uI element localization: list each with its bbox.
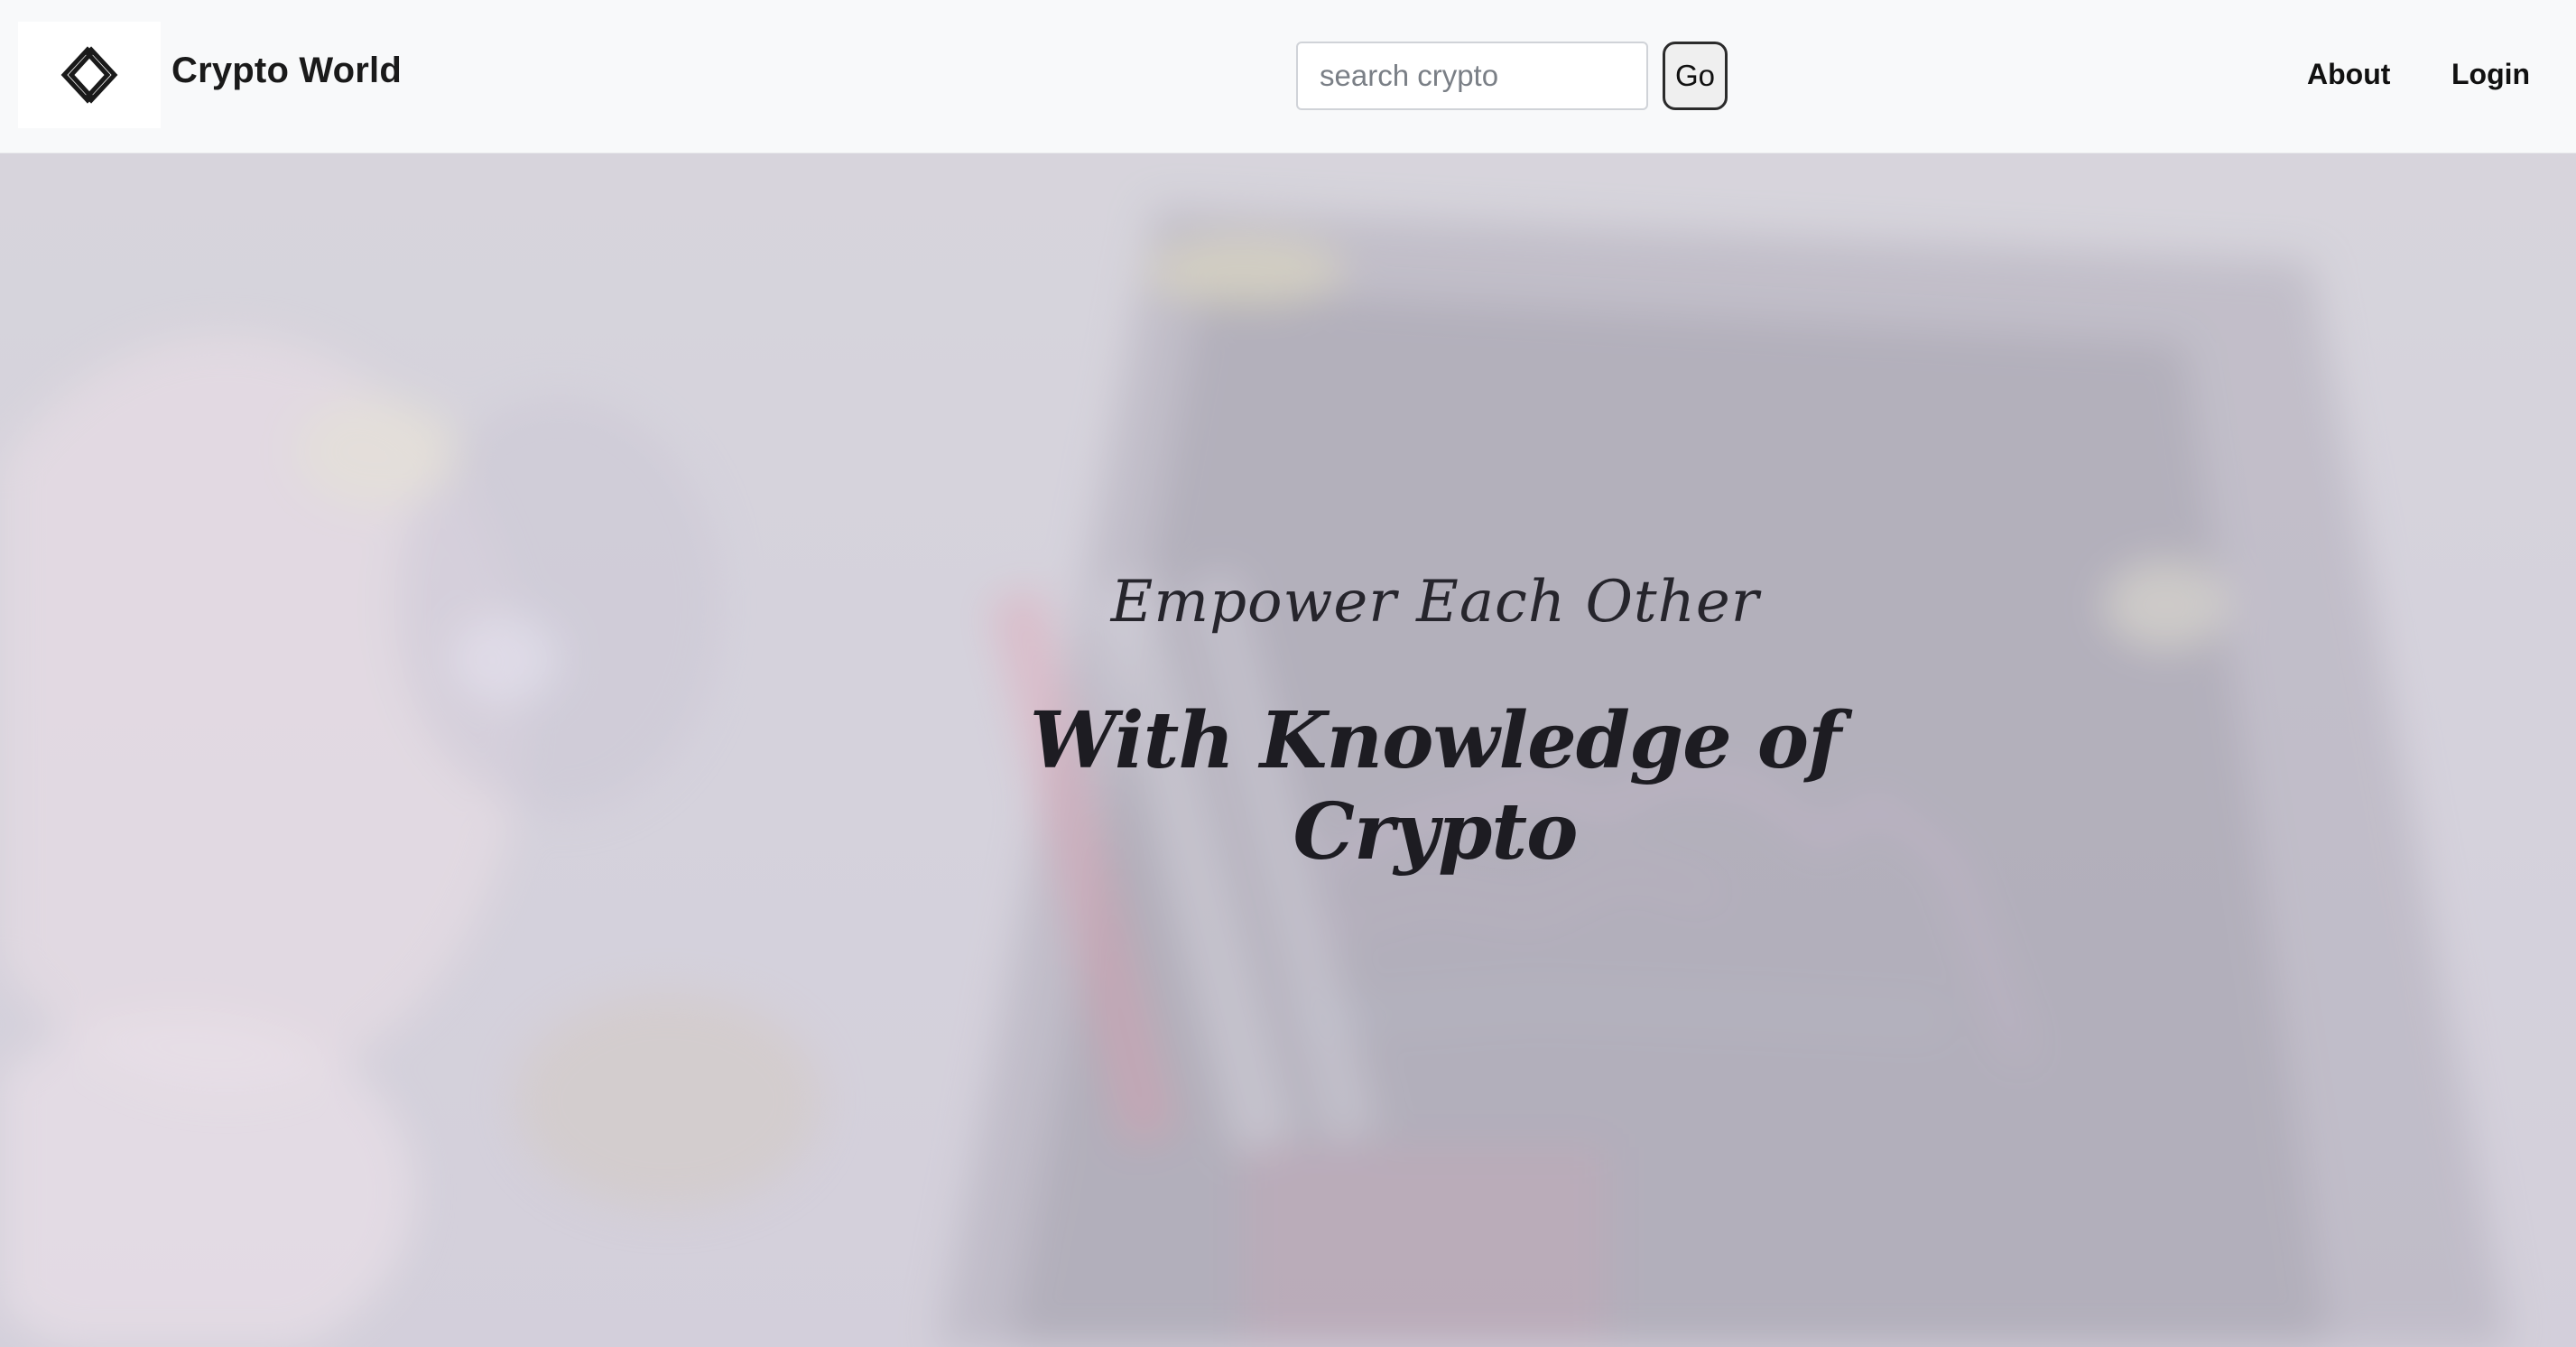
brand-name[interactable]: Crypto World [171,51,402,91]
navbar: Crypto World Go About Login [0,0,2576,153]
go-button[interactable]: Go [1663,42,1728,110]
hero-title: With Knowledge of Crypto [1029,695,1841,878]
nav-login-link[interactable]: Login [2451,58,2530,91]
hero-section: Empower Each Other With Knowledge of Cry… [0,153,2576,1347]
hero-subtitle: Empower Each Other [1110,569,1760,636]
nav-about-link[interactable]: About [2307,58,2390,91]
diamond-logo-icon [60,46,118,104]
search-input[interactable] [1296,42,1648,110]
logo[interactable] [18,22,161,128]
